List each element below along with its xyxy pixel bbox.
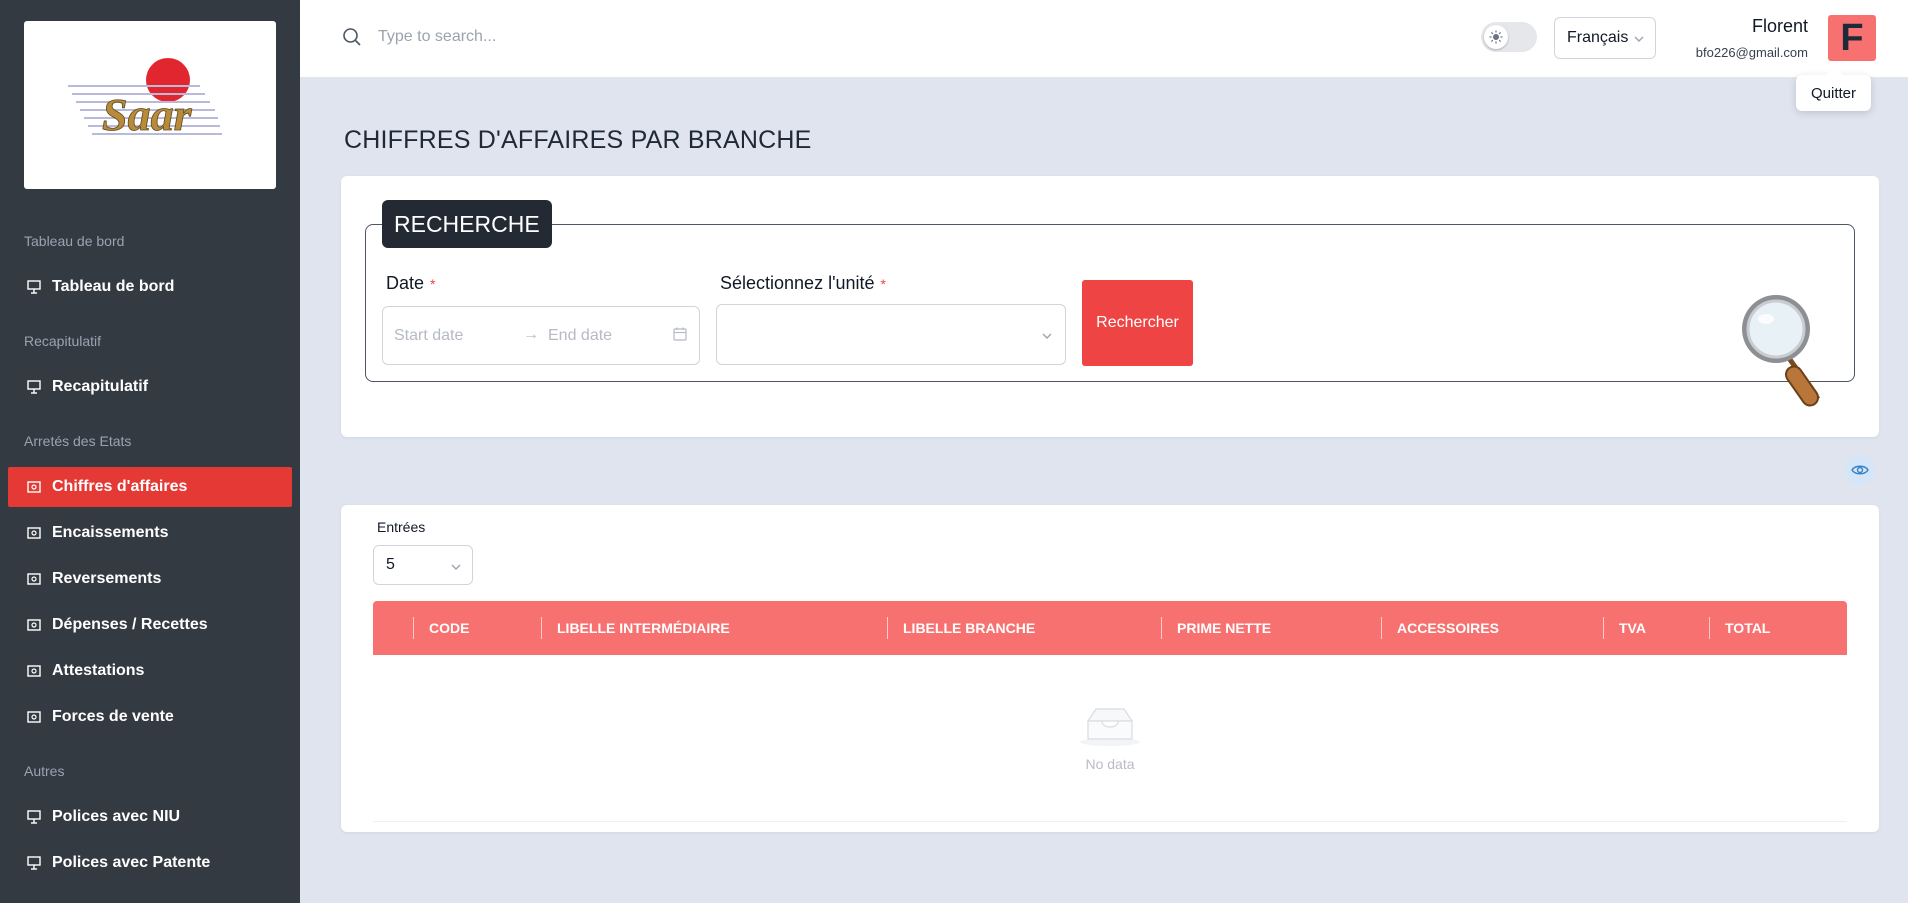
sidebar-section-recap: Recapitulatif (24, 333, 102, 349)
column-header-tva[interactable]: TVA (1619, 601, 1646, 655)
money-icon (26, 709, 42, 725)
language-select[interactable]: Français (1554, 17, 1656, 59)
column-header-code[interactable]: CODE (429, 601, 469, 655)
sidebar-section-autres: Autres (24, 763, 65, 779)
money-icon (26, 617, 42, 633)
entries-select[interactable]: 5 (373, 545, 473, 585)
sidebar-item-depenses-recettes[interactable]: Dépenses / Recettes (8, 605, 292, 645)
presentation-icon (26, 809, 42, 825)
user-name: Florent (1751, 16, 1808, 36)
sidebar: Saar Tableau de bord Tableau de bord Rec… (0, 0, 300, 903)
column-header-libelle-intermediaire[interactable]: LIBELLE INTERMÉDIAIRE (557, 601, 730, 655)
sidebar-section-arretes: Arretés des Etats (24, 433, 132, 449)
top-header: Français Florent bfo226@gmail.com F (300, 0, 1908, 78)
magnifier-illustration-icon (1736, 289, 1836, 414)
column-header-total[interactable]: TOTAL (1725, 601, 1770, 655)
sidebar-item-chiffres-affaires[interactable]: Chiffres d'affaires (8, 467, 292, 507)
sidebar-item-label: Tableau de bord (52, 278, 175, 295)
search-icon (342, 27, 362, 47)
company-logo[interactable]: Saar (24, 21, 276, 189)
sidebar-item-tableau-de-bord[interactable]: Tableau de bord (8, 267, 292, 307)
search-button[interactable]: Rechercher (1082, 280, 1193, 366)
sidebar-item-label: Recapitulatif (52, 378, 149, 395)
sidebar-item-label: Attestations (52, 662, 145, 679)
search-input[interactable] (378, 24, 778, 50)
sidebar-item-label: Chiffres d'affaires (52, 478, 188, 495)
presentation-icon (26, 279, 42, 295)
entries-value: 5 (386, 556, 395, 573)
table-header: CODE LIBELLE INTERMÉDIAIRE LIBELLE BRANC… (373, 601, 1847, 655)
sidebar-item-reversements[interactable]: Reversements (8, 559, 292, 599)
avatar[interactable]: F (1828, 15, 1876, 61)
search-card: RECHERCHE Date * Start date → End date Sé… (341, 176, 1879, 437)
unit-label: Sélectionnez l'unité * (720, 273, 886, 293)
quit-tooltip[interactable]: Quitter (1796, 75, 1871, 111)
sidebar-item-polices-niu[interactable]: Polices avec NIU (8, 797, 292, 837)
money-icon (26, 663, 42, 679)
empty-text: No data (1085, 756, 1135, 772)
unit-select[interactable] (716, 304, 1066, 365)
start-date-input[interactable]: Start date (394, 327, 463, 345)
theme-toggle[interactable] (1481, 22, 1537, 52)
sidebar-item-label: Encaissements (52, 524, 169, 541)
language-value: Français (1567, 29, 1629, 46)
sidebar-section-dashboard: Tableau de bord (24, 233, 125, 249)
empty-state: No data (341, 705, 1879, 772)
user-email: bfo226@gmail.com (1695, 45, 1808, 60)
column-header-libelle-branche[interactable]: LIBELLE BRANCHE (903, 601, 1035, 655)
saar-logo-icon: Saar (68, 58, 222, 140)
chevron-down-icon (450, 560, 462, 572)
page-title: CHIFFRES D'AFFAIRES PAR BRANCHE (344, 126, 812, 154)
date-range-picker[interactable]: Start date → End date (382, 306, 700, 365)
chevron-down-icon (1041, 329, 1053, 341)
sun-icon (1484, 25, 1508, 49)
presentation-icon (26, 379, 42, 395)
sidebar-item-label: Forces de vente (52, 708, 174, 725)
svg-text:Saar: Saar (102, 89, 193, 140)
sidebar-item-recapitulatif[interactable]: Recapitulatif (8, 367, 292, 407)
eye-icon[interactable] (1845, 455, 1875, 485)
sidebar-item-polices-patente[interactable]: Polices avec Patente (8, 843, 292, 883)
arrow-right-icon: → (523, 326, 539, 343)
end-date-input[interactable]: End date (548, 327, 612, 345)
empty-inbox-icon (1080, 708, 1140, 746)
search-legend: RECHERCHE (382, 200, 552, 248)
money-icon (26, 571, 42, 587)
money-icon (26, 525, 42, 541)
sidebar-item-attestations[interactable]: Attestations (8, 651, 292, 691)
column-header-prime-nette[interactable]: PRIME NETTE (1177, 601, 1271, 655)
presentation-icon (26, 855, 42, 871)
chevron-down-icon (1633, 32, 1645, 44)
table-divider (373, 821, 1847, 822)
money-icon (26, 479, 42, 495)
sidebar-item-forces-de-vente[interactable]: Forces de vente (8, 697, 292, 737)
sidebar-item-encaissements[interactable]: Encaissements (8, 513, 292, 553)
calendar-icon (673, 327, 689, 343)
column-header-accessoires[interactable]: ACCESSOIRES (1397, 601, 1499, 655)
sidebar-item-label: Dépenses / Recettes (52, 616, 208, 633)
sidebar-item-label: Polices avec NIU (52, 808, 181, 825)
sidebar-item-label: Polices avec Patente (52, 854, 211, 871)
results-card: Entrées 5 CODE LIBELLE INTERMÉDIAIRE LIB… (341, 505, 1879, 832)
entries-label: Entrées (377, 519, 426, 535)
date-label: Date * (386, 273, 436, 293)
sidebar-item-label: Reversements (52, 570, 162, 587)
